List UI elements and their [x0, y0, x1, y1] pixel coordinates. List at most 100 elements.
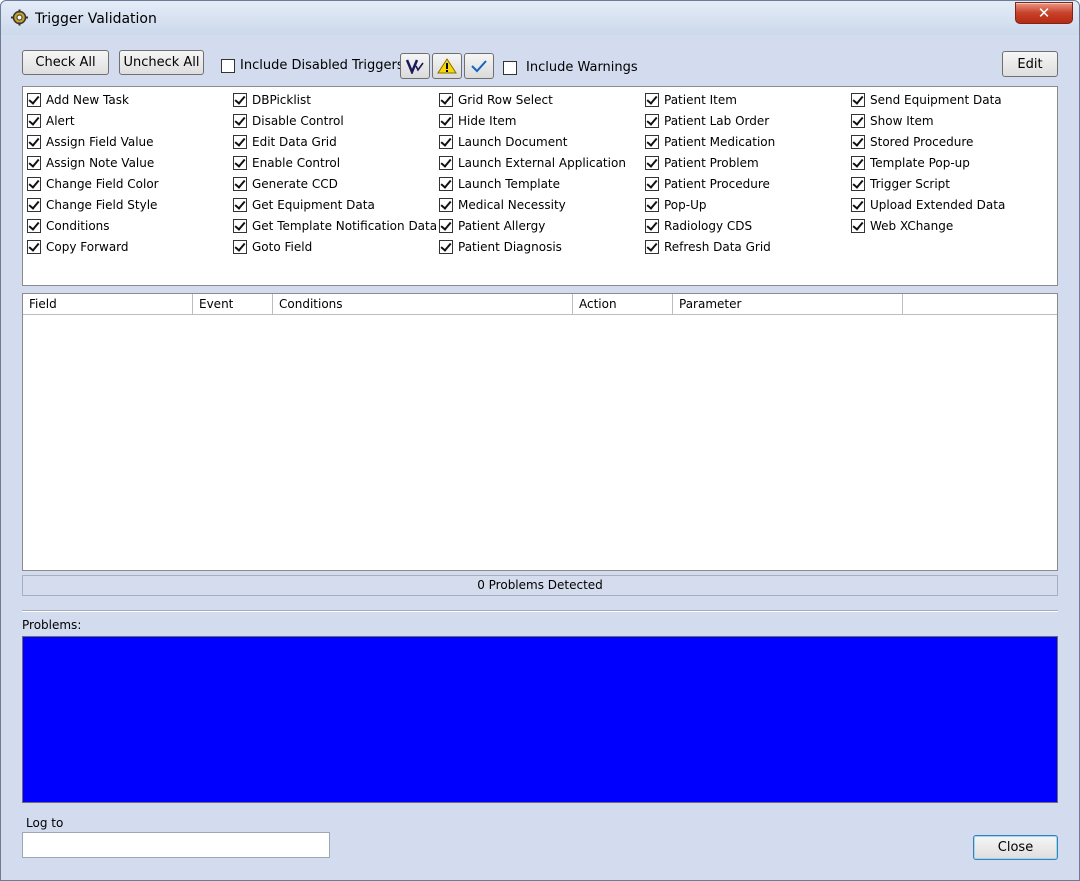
trigger-checkbox[interactable] [645, 155, 659, 170]
trigger-checkbox[interactable] [439, 155, 453, 170]
trigger-checkbox[interactable] [851, 155, 865, 170]
include-warnings-option[interactable]: Include Warnings [503, 60, 638, 75]
trigger-item[interactable]: Patient Medication [645, 131, 775, 152]
trigger-checkbox[interactable] [27, 134, 41, 149]
trigger-item[interactable]: Conditions [27, 215, 159, 236]
trigger-checkbox[interactable] [851, 197, 865, 212]
trigger-checkbox[interactable] [439, 218, 453, 233]
trigger-checkbox[interactable] [233, 197, 247, 212]
trigger-checkbox[interactable] [439, 134, 453, 149]
trigger-item[interactable]: Generate CCD [233, 173, 437, 194]
trigger-item[interactable]: Patient Problem [645, 152, 775, 173]
include-disabled-triggers-option[interactable]: Include Disabled Triggers [221, 58, 404, 73]
trigger-checkbox[interactable] [851, 218, 865, 233]
trigger-item[interactable]: Patient Item [645, 89, 775, 110]
trigger-item[interactable]: Medical Necessity [439, 194, 626, 215]
trigger-item[interactable]: Enable Control [233, 152, 437, 173]
trigger-checkbox[interactable] [233, 155, 247, 170]
trigger-item[interactable]: Alert [27, 110, 159, 131]
trigger-checkbox[interactable] [851, 92, 865, 107]
trigger-checkbox[interactable] [233, 92, 247, 107]
log-to-input[interactable] [22, 832, 330, 858]
trigger-item[interactable]: Patient Allergy [439, 215, 626, 236]
trigger-checkbox[interactable] [439, 239, 453, 254]
trigger-checkbox[interactable] [27, 239, 41, 254]
trigger-checkbox[interactable] [233, 176, 247, 191]
include-warnings-checkbox[interactable] [503, 60, 517, 75]
trigger-checkbox[interactable] [851, 176, 865, 191]
trigger-checkbox[interactable] [233, 134, 247, 149]
trigger-item[interactable]: Goto Field [233, 236, 437, 257]
trigger-checkbox[interactable] [439, 113, 453, 128]
check-button[interactable] [464, 53, 494, 79]
trigger-item[interactable]: Radiology CDS [645, 215, 775, 236]
trigger-item[interactable]: Patient Diagnosis [439, 236, 626, 257]
trigger-checkbox[interactable] [645, 92, 659, 107]
problems-output[interactable] [22, 636, 1058, 803]
trigger-checkbox[interactable] [27, 218, 41, 233]
trigger-checkbox[interactable] [27, 113, 41, 128]
validate-button[interactable] [400, 53, 430, 79]
trigger-item[interactable]: Get Template Notification Data [233, 215, 437, 236]
trigger-checkbox[interactable] [645, 197, 659, 212]
trigger-item[interactable]: Change Field Color [27, 173, 159, 194]
trigger-item[interactable]: Web XChange [851, 215, 1005, 236]
trigger-item[interactable]: Template Pop-up [851, 152, 1005, 173]
trigger-checkbox[interactable] [27, 92, 41, 107]
trigger-item[interactable]: Add New Task [27, 89, 159, 110]
trigger-item[interactable]: Disable Control [233, 110, 437, 131]
trigger-item[interactable]: Send Equipment Data [851, 89, 1005, 110]
trigger-checkbox[interactable] [233, 113, 247, 128]
trigger-checkbox[interactable] [645, 113, 659, 128]
trigger-item[interactable]: Edit Data Grid [233, 131, 437, 152]
trigger-checkbox[interactable] [851, 134, 865, 149]
trigger-item[interactable]: Show Item [851, 110, 1005, 131]
trigger-checkbox[interactable] [439, 197, 453, 212]
column-header-parameter[interactable]: Parameter [673, 294, 903, 314]
checkmark-icon [471, 60, 487, 73]
trigger-item[interactable]: Change Field Style [27, 194, 159, 215]
trigger-item[interactable]: Launch External Application [439, 152, 626, 173]
column-header-field[interactable]: Field [23, 294, 193, 314]
trigger-item[interactable]: DBPicklist [233, 89, 437, 110]
trigger-checkbox[interactable] [27, 197, 41, 212]
trigger-checkbox[interactable] [645, 218, 659, 233]
trigger-checkbox[interactable] [645, 176, 659, 191]
trigger-item[interactable]: Trigger Script [851, 173, 1005, 194]
trigger-item[interactable]: Patient Lab Order [645, 110, 775, 131]
trigger-item[interactable]: Assign Note Value [27, 152, 159, 173]
trigger-checkbox[interactable] [27, 155, 41, 170]
trigger-checkbox[interactable] [645, 134, 659, 149]
trigger-item[interactable]: Patient Procedure [645, 173, 775, 194]
trigger-checkbox[interactable] [233, 239, 247, 254]
trigger-item[interactable]: Launch Document [439, 131, 626, 152]
uncheck-all-button[interactable]: Uncheck All [119, 50, 204, 75]
close-button[interactable]: Close [973, 835, 1058, 860]
trigger-checkbox[interactable] [27, 176, 41, 191]
trigger-item[interactable]: Get Equipment Data [233, 194, 437, 215]
trigger-checkbox[interactable] [851, 113, 865, 128]
trigger-checkbox[interactable] [439, 176, 453, 191]
trigger-item[interactable]: Refresh Data Grid [645, 236, 775, 257]
check-all-button[interactable]: Check All [22, 50, 109, 75]
window-close-button[interactable]: ✕ [1015, 2, 1073, 24]
trigger-label: Get Template Notification Data [252, 218, 438, 233]
edit-button[interactable]: Edit [1002, 51, 1058, 77]
trigger-item[interactable]: Copy Forward [27, 236, 159, 257]
warning-icon [437, 58, 457, 74]
trigger-item[interactable]: Assign Field Value [27, 131, 159, 152]
include-disabled-triggers-checkbox[interactable] [221, 58, 235, 73]
trigger-item[interactable]: Stored Procedure [851, 131, 1005, 152]
trigger-checkbox[interactable] [439, 92, 453, 107]
column-header-event[interactable]: Event [193, 294, 273, 314]
warnings-button[interactable] [432, 53, 462, 79]
trigger-item[interactable]: Pop-Up [645, 194, 775, 215]
trigger-checkbox[interactable] [233, 218, 247, 233]
trigger-item[interactable]: Launch Template [439, 173, 626, 194]
column-header-action[interactable]: Action [573, 294, 673, 314]
column-header-conditions[interactable]: Conditions [273, 294, 573, 314]
trigger-checkbox[interactable] [645, 239, 659, 254]
trigger-item[interactable]: Upload Extended Data [851, 194, 1005, 215]
trigger-item[interactable]: Hide Item [439, 110, 626, 131]
trigger-item[interactable]: Grid Row Select [439, 89, 626, 110]
